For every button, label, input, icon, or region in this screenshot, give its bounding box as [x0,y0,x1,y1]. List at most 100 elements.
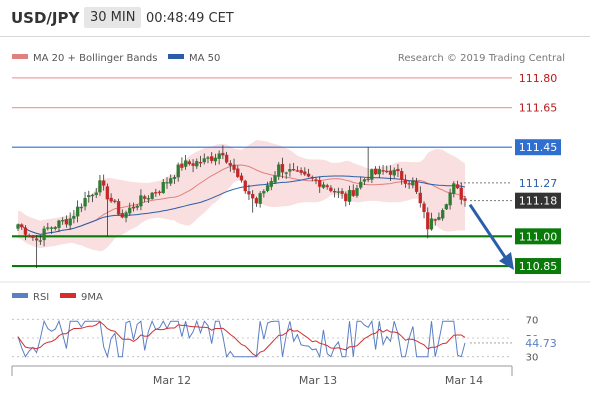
candle-body [359,181,363,188]
candle-body [318,180,322,187]
candle-body [251,193,255,199]
candle-body [370,169,374,180]
candle-body [273,175,277,183]
candle-body [213,157,218,162]
candle-body [72,216,76,219]
candle-body [254,198,259,204]
candle-body [265,185,270,192]
candle-body [191,163,195,166]
ma9-legend-swatch [60,293,76,298]
candle-body [455,184,460,189]
candle-body [310,176,314,179]
ma9-legend-label: 9MA [81,292,103,303]
rsi-current-label: 44.73 [525,337,557,350]
candle-body [258,193,262,204]
candle-body [414,181,419,192]
candle-body [422,203,426,213]
candle-body [195,161,199,167]
candle-body [247,191,251,195]
candle-body [87,195,91,198]
candle-body [128,207,132,214]
candle-body [284,172,288,174]
candle-body [377,169,381,175]
candle-body [150,192,154,199]
rsi-tick-70: 70 [526,315,539,326]
candle-body [329,187,333,192]
candle-body [325,185,329,188]
candle-body [366,178,370,181]
candle-body [27,235,31,237]
candle-body [444,204,449,210]
price-label-111.80: 111.80 [519,72,558,85]
candle-body [239,175,244,181]
price-chart: MA 20 + Bollinger Bands MA 50 Research © 2… [0,53,590,387]
candle-body [20,224,24,228]
candle-body [206,157,210,159]
candle-body [172,176,177,179]
candle-body [180,163,184,168]
price-label-111.45: 111.45 [519,141,558,154]
timeframe-badge[interactable]: 30 MIN [84,7,142,28]
candle-body [16,224,20,229]
candle-body [94,192,98,195]
candle-body [232,164,236,170]
candle-body [187,161,192,165]
candle-body [388,170,393,175]
candle-body [243,180,247,192]
candle-body [102,180,106,186]
bb-legend-swatch [12,54,28,59]
candle-body [157,191,162,193]
candle-body [288,169,292,172]
bb-legend-label: MA 20 + Bollinger Bands [33,53,157,64]
candle-body [38,240,42,242]
candle-body [176,164,180,178]
candle-body [262,191,266,194]
price-label-110.85: 110.85 [519,260,558,273]
candle-body [53,227,57,229]
candle-body [459,187,463,200]
candle-body [228,163,232,166]
candle-body [332,191,337,193]
candle-body [295,170,300,172]
candle-body [120,213,124,218]
candle-body [381,170,385,172]
candle-body [426,212,430,230]
forecast-arrow-shaft [468,203,509,261]
candle-body [79,206,83,209]
candle-body [169,178,173,184]
research-credit: Research © 2019 Trading Central [398,53,565,64]
candle-body [340,191,344,194]
price-label-111.00: 111.00 [519,230,558,243]
candle-body [23,227,28,235]
candle-body [400,171,404,180]
candle-body [463,198,467,201]
candle-body [31,236,35,238]
candle-body [373,168,378,175]
candle-body [183,160,188,167]
candle-body [303,171,307,175]
candle-body [411,180,415,186]
symbol-title: USD/JPY [11,9,80,27]
candle-body [385,170,389,173]
candle-body [34,238,39,241]
candle-body [139,195,143,207]
candle-body [280,164,285,173]
forecast-arrow-head [499,252,514,271]
candle-body [433,219,437,221]
candle-body [198,162,203,164]
candle-body [403,179,408,184]
candle-body [105,186,110,200]
candle-body [142,196,147,199]
candle-body [236,168,240,177]
candle-body [351,190,355,196]
candle-body [116,201,121,215]
candle-body [217,153,221,159]
rsi-ma-line [17,321,466,357]
candle-body [113,200,117,202]
candle-body [165,182,169,184]
candle-body [83,197,87,207]
candle-body [355,188,359,196]
rsi-legend-swatch [12,293,28,298]
candle-body [124,212,128,218]
candle-body [135,205,139,208]
